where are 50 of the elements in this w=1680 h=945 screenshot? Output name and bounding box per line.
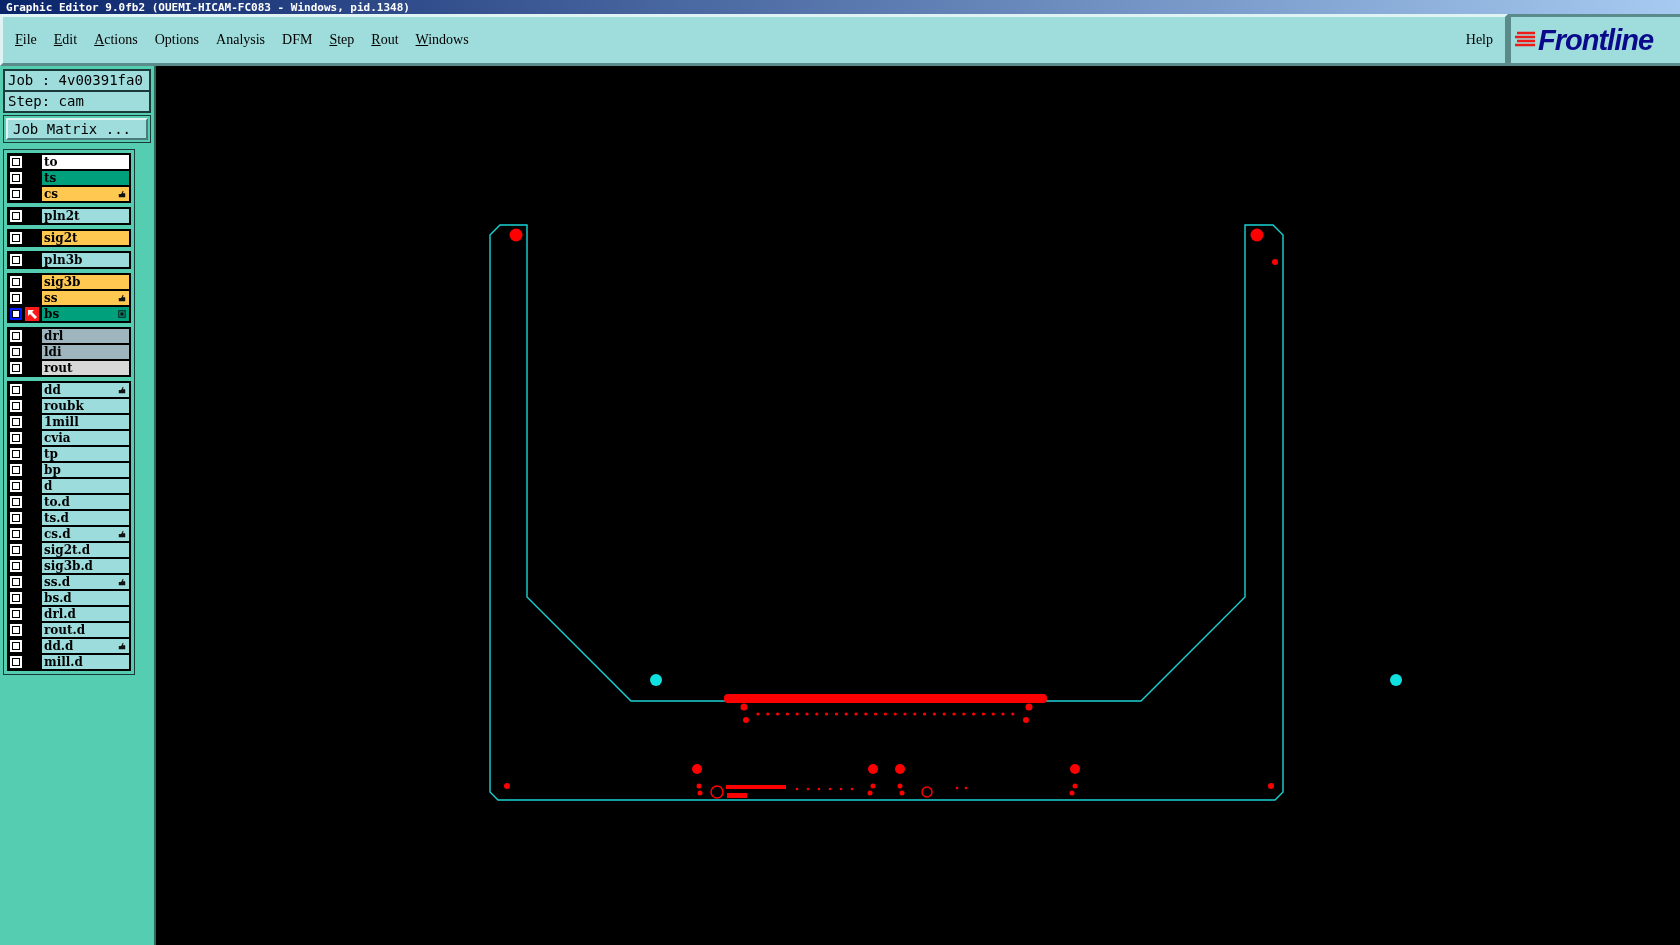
layer-item[interactable]: to (42, 155, 129, 169)
layer-item[interactable]: ts.d (42, 511, 129, 525)
layer-item[interactable]: tp (42, 447, 129, 461)
menu-item[interactable]: Rout (371, 32, 399, 48)
window-title: Graphic Editor 9.0fb2 (OUEMI-HICAM-FC083 - Windows, pid.1348) (6, 0, 410, 14)
layer-item[interactable]: ss (42, 291, 129, 305)
job-matrix-button[interactable]: Job Matrix ... (6, 118, 148, 140)
layer-item[interactable]: pln3b (42, 253, 129, 267)
layer-item[interactable]: cvia (42, 431, 129, 445)
layer-item[interactable]: ts (42, 171, 129, 185)
fiducial-marker (1390, 674, 1402, 686)
job-label: Job : 4v00391fa0 (4, 70, 150, 91)
step-label: Step: cam (4, 91, 150, 112)
layer-item[interactable]: cs (42, 187, 129, 201)
layer-item[interactable]: pln2t (42, 209, 129, 223)
layer-item[interactable]: drl (42, 329, 129, 343)
layer-item[interactable]: rout.d (42, 623, 129, 637)
menu-item[interactable]: Options (154, 32, 200, 48)
menu-item[interactable]: DFM (282, 32, 313, 48)
help-menu[interactable]: Help (1465, 32, 1493, 48)
checkbox[interactable] (10, 308, 22, 320)
layer-item[interactable]: sig3b.d (42, 559, 129, 573)
layer-item[interactable]: cs.d (42, 527, 129, 541)
layer-item[interactable]: bp (42, 463, 129, 477)
layer-item[interactable]: rout (42, 361, 129, 375)
layer-item[interactable]: sig2t.d (42, 543, 129, 557)
layer-item[interactable]: mill.d (42, 655, 129, 669)
fiducial-marker (650, 674, 662, 686)
menu-item[interactable]: File (15, 32, 37, 48)
layer-item[interactable]: roubk (42, 399, 129, 413)
logo-text: Frontline (1538, 23, 1654, 57)
layer-item[interactable]: bs (42, 307, 129, 321)
menu-item[interactable]: Actions (94, 32, 138, 48)
layer-item[interactable]: bs.d (42, 591, 129, 605)
layer-item[interactable]: dd.d (42, 639, 129, 653)
menu-item[interactable]: Step (329, 32, 355, 48)
layer-item[interactable]: ldi (42, 345, 129, 359)
arrow-icon (25, 307, 39, 321)
layer-item[interactable]: sig2t (42, 231, 129, 245)
layer-item[interactable]: sig3b (42, 275, 129, 289)
layer-item[interactable]: 1mill (42, 415, 129, 429)
menu-item[interactable]: Analysis (216, 32, 266, 48)
menu-item[interactable]: Windows (415, 32, 469, 48)
speed-lines-icon (1515, 31, 1537, 49)
layer-item[interactable]: ss.d (42, 575, 129, 589)
layer-item[interactable]: d (42, 479, 129, 493)
layer-item[interactable]: to.d (42, 495, 129, 509)
layer-item[interactable]: dd (42, 383, 129, 397)
menu-item[interactable]: Edit (53, 32, 78, 48)
layer-item[interactable]: drl.d (42, 607, 129, 621)
